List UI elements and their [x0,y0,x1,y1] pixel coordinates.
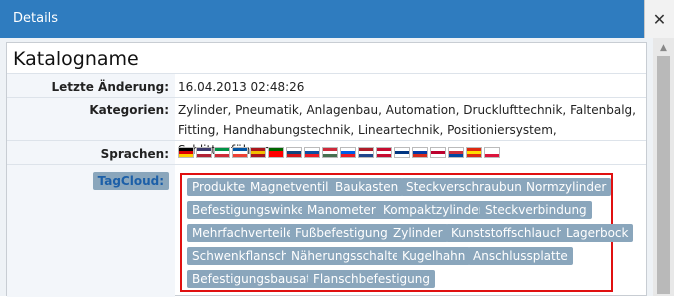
tagcloud-box: Produkte Magnetventil Baukasten Steckver… [180,173,634,292]
tag-chip[interactable]: Manometer [302,201,381,219]
window-title: Details [13,11,59,26]
flag-es-icon [250,147,266,158]
flag-ru-icon [412,147,428,158]
last-change-label: Letzte Änderung: [51,80,169,94]
scrollbar-thumb[interactable] [657,56,670,294]
tag-chip[interactable]: Schwenkflansch [187,247,294,265]
tag-chip[interactable]: Steckverschraubung [401,178,535,196]
flag-kr-icon [448,147,464,158]
tag-chip[interactable]: Kugelhahn [397,247,471,265]
flag-si-icon [340,147,356,158]
categories-label: Kategorien: [89,103,169,117]
tag-chip[interactable]: Lagerbock [561,224,634,242]
tag-chip[interactable]: Näherungsschalter [286,247,410,265]
flag-de-icon [178,147,194,158]
flag-hu-icon [322,147,338,158]
tag-chip[interactable]: Flanschbefestigung [308,270,435,288]
window-titlebar: Details ✕ [0,0,674,38]
tag-chip[interactable]: Magnetventil [245,178,334,196]
tag-chip[interactable]: Normzylinder [521,178,612,196]
tag-chip[interactable]: Befestigungswinkel [187,201,314,219]
last-change-value: 16.04.2013 02:48:26 [178,80,305,94]
flag-us-icon [196,147,212,158]
vertical-scrollbar[interactable]: ▲ [653,38,674,296]
language-flags [178,147,500,158]
flag-dk-icon [376,147,392,158]
flag-nl-icon [358,147,374,158]
flag-it-icon [214,147,230,158]
tag-chip[interactable]: Kompaktzylinder [378,201,489,219]
tag-chip[interactable]: Befestigungsbausatz [187,270,323,288]
close-icon[interactable]: ✕ [644,0,674,38]
tag-chip[interactable]: Steckverbindung [480,201,592,219]
flag-cn-icon [466,147,482,158]
tag-chip[interactable]: Baukasten [330,178,404,196]
tag-chip[interactable]: Zylinder [388,224,448,242]
flag-fi-icon [394,147,410,158]
details-panel: Katalogname Letzte Änderung: 16.04.2013 … [6,42,647,297]
flag-pt-icon [268,147,284,158]
tag-chip[interactable]: Anschlussplatte [468,247,573,265]
tag-chip[interactable]: Fußbefestigung [290,224,393,242]
panel-title: Katalogname [13,48,139,70]
flag-pl-icon [484,147,500,158]
scroll-up-icon[interactable]: ▲ [653,42,674,54]
flag-fr-icon [232,147,248,158]
flag-jp-icon [430,147,446,158]
tag-chip[interactable]: Produkte [187,178,251,196]
flag-sk-icon [304,147,320,158]
tag-chip[interactable]: Kunststoffschlauch [446,224,569,242]
tag-chip[interactable]: Mehrfachverteiler [187,224,304,242]
languages-label: Sprachen: [100,147,169,161]
flag-cz-icon [286,147,302,158]
tagcloud-label: TagCloud: [92,172,169,190]
